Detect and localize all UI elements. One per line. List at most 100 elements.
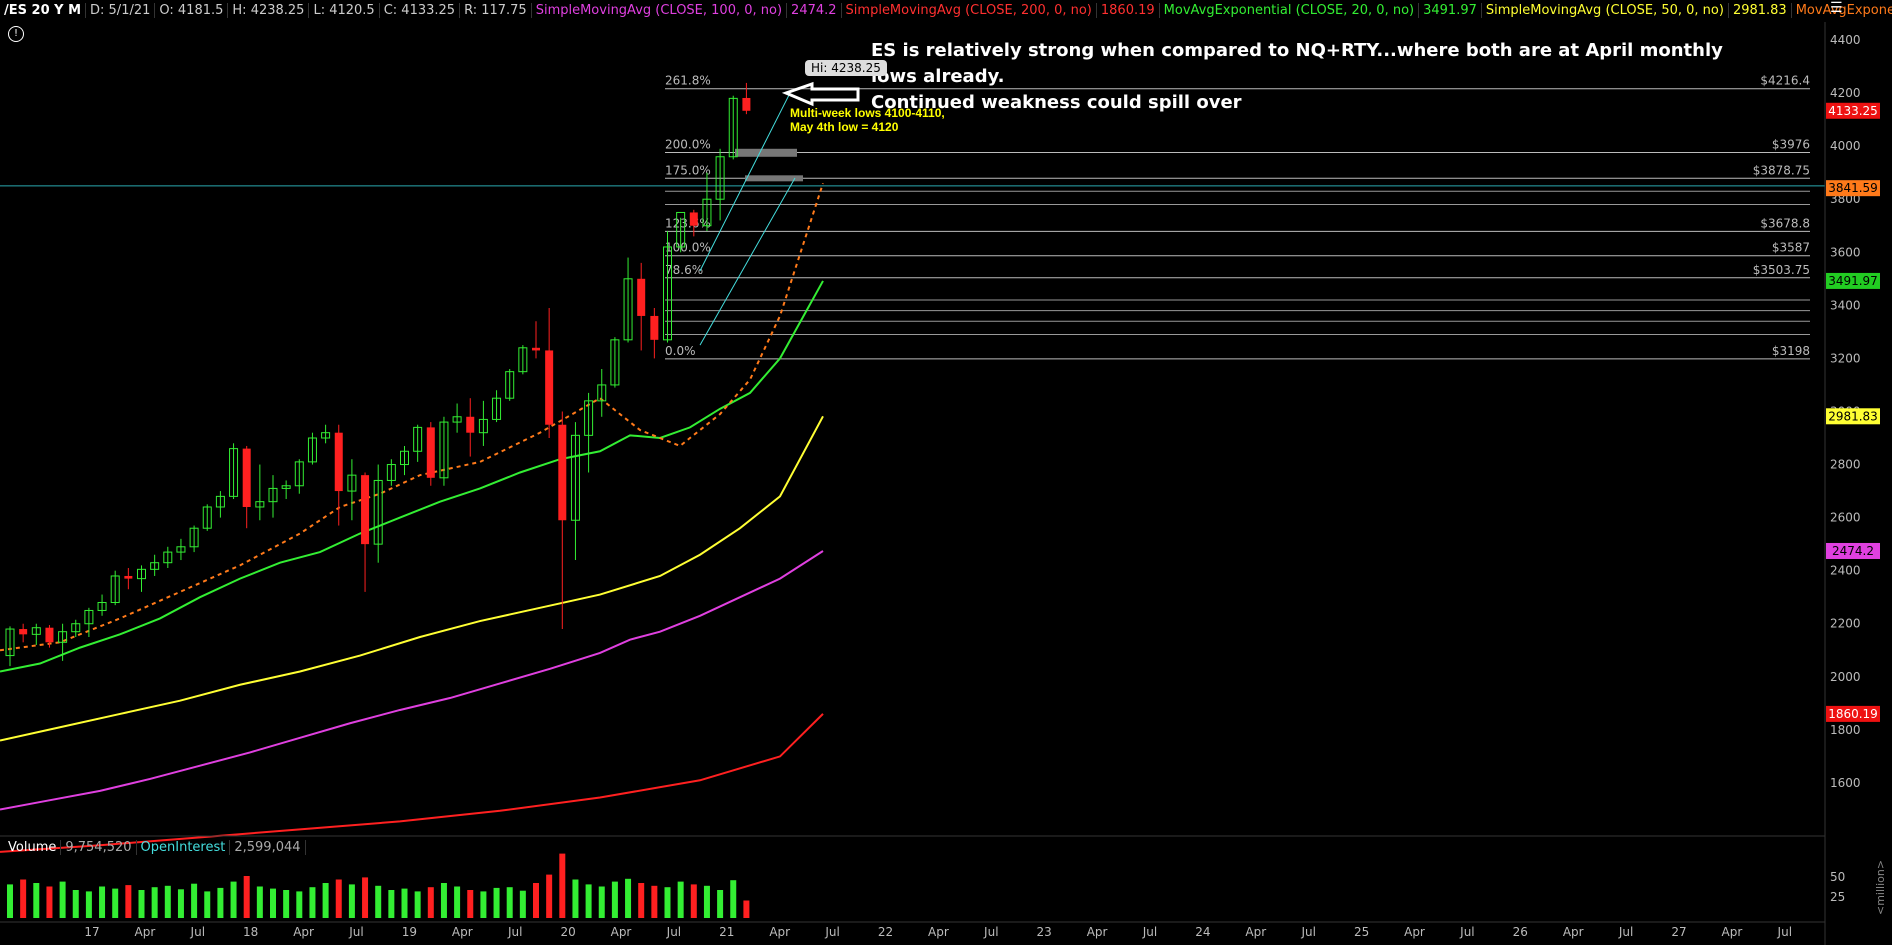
volume-bar — [427, 887, 434, 918]
time-tick: Jul — [824, 925, 839, 939]
time-tick: 23 — [1037, 925, 1052, 939]
sma50-line — [0, 415, 824, 742]
fib-price-label: $3198 — [1772, 344, 1810, 358]
volume-bar — [217, 887, 224, 918]
range-label: R: 117.75 — [460, 3, 532, 18]
volume-bar — [493, 887, 500, 918]
candle-body — [361, 475, 370, 545]
fib-price-label: $3678.8 — [1760, 216, 1810, 230]
price-tag-label: 2474.2 — [1832, 544, 1874, 558]
time-tick: Apr — [611, 925, 632, 939]
price-tick: 2000 — [1830, 670, 1861, 684]
note-line-1: Multi-week lows 4100-4110, — [790, 106, 945, 120]
time-tick: Apr — [769, 925, 790, 939]
study-legend: /ES 20 Y M D: 5/1/21 O: 4181.5 H: 4238.25 L:… — [0, 0, 1892, 22]
fib-price-label: $3587 — [1772, 241, 1810, 255]
study-sma200-label[interactable]: SimpleMovingAvg (CLOSE, 200, 0, no) — [841, 3, 1097, 18]
info-icon[interactable]: ! — [8, 26, 24, 42]
volume-bar — [362, 877, 369, 918]
fib-label: 0.0% — [665, 344, 696, 358]
volume-bar — [611, 881, 618, 918]
price-tag-label: 1860.19 — [1828, 707, 1878, 721]
oi-label[interactable]: OpenInterest — [136, 840, 231, 855]
volume-bar — [191, 883, 198, 918]
study-ema20-value: 3491.97 — [1419, 3, 1482, 18]
volume-bar — [85, 891, 92, 918]
volume-bar — [677, 881, 684, 918]
volume-bar — [59, 881, 66, 918]
time-tick: 19 — [402, 925, 417, 939]
price-tick: 2800 — [1830, 458, 1861, 472]
volume-bar — [519, 890, 526, 918]
fib-label: 78.6% — [665, 263, 703, 277]
volume-label[interactable]: Volume — [4, 840, 62, 855]
volume-bar — [256, 886, 263, 918]
time-tick: 18 — [243, 925, 258, 939]
volume-bars — [7, 853, 750, 918]
price-chart[interactable]: 261.8% $4216.4200.0% $3976175.0% $3878.7512… — [0, 0, 1892, 945]
candle-body — [650, 315, 659, 340]
volume-bar — [480, 891, 487, 918]
volume-bar — [125, 885, 132, 918]
channel-line — [699, 177, 796, 346]
close-label: C: 4133.25 — [379, 3, 461, 18]
time-tick: 17 — [84, 925, 99, 939]
fib-label: 175.0% — [665, 163, 711, 177]
volume-bar — [703, 885, 710, 918]
price-tick: 3600 — [1830, 245, 1861, 259]
high-bubble: Hi: 4238.25 — [805, 60, 887, 76]
price-tag-label: 3841.59 — [1828, 181, 1878, 195]
volume-bar — [638, 883, 645, 918]
volume-value: 9,754,520 — [61, 840, 137, 855]
study-ema20-label[interactable]: MovAvgExponential (CLOSE, 20, 0, no) — [1159, 3, 1420, 18]
volume-bar — [467, 890, 474, 918]
volume-bar — [99, 886, 106, 918]
study-sma100-label[interactable]: SimpleMovingAvg (CLOSE, 100, 0, no) — [531, 3, 788, 18]
price-tag-label: 3491.97 — [1828, 274, 1878, 288]
volume-bar — [454, 886, 461, 918]
time-tick: Apr — [928, 925, 949, 939]
volume-bar — [335, 879, 342, 918]
volume-bar — [546, 874, 553, 918]
volume-bar — [664, 887, 671, 918]
volume-tick: 50 — [1830, 870, 1845, 884]
volume-bar — [20, 879, 27, 918]
time-tick: Apr — [135, 925, 156, 939]
volume-bar — [7, 884, 13, 918]
candle-body — [742, 97, 751, 111]
time-tick: Jul — [1618, 925, 1633, 939]
study-sma100-value: 2474.2 — [787, 3, 842, 18]
symbol-label[interactable]: /ES 20 Y M — [0, 3, 87, 18]
support-note: Multi-week lows 4100-4110, May 4th low =… — [790, 106, 945, 134]
time-tick: Jul — [190, 925, 205, 939]
fib-price-label: $3503.75 — [1753, 263, 1810, 277]
study-sma200-value: 1860.19 — [1096, 3, 1160, 18]
volume-bar — [270, 888, 276, 918]
time-tick: Apr — [1404, 925, 1425, 939]
study-sma50-label[interactable]: SimpleMovingAvg (CLOSE, 50, 0, no) — [1481, 3, 1729, 18]
annotation-line-1: ES is relatively strong when compared to… — [871, 40, 1723, 87]
open-label: O: 4181.5 — [155, 3, 229, 18]
volume-bar — [112, 888, 119, 918]
volume-bar — [717, 890, 724, 918]
time-tick: Jul — [1142, 925, 1157, 939]
price-axis: 1600180020002200240026002800300032003400… — [1830, 33, 1887, 915]
volume-bar — [204, 891, 211, 918]
candle-body — [637, 278, 646, 316]
candles — [5, 82, 751, 667]
time-tick: Jul — [507, 925, 522, 939]
volume-bar — [309, 887, 316, 918]
volume-bar — [388, 890, 395, 918]
price-tag-label: 2981.83 — [1828, 409, 1878, 423]
volume-bar — [375, 885, 382, 918]
volume-bar — [46, 886, 53, 918]
menu-icon[interactable]: ☰ — [1830, 0, 1852, 20]
time-tick: Jul — [348, 925, 363, 939]
volume-bar — [33, 883, 40, 918]
candle-body — [242, 448, 251, 507]
low-label: L: 4120.5 — [309, 3, 380, 18]
volume-bar — [348, 884, 355, 918]
moving-averages — [0, 92, 824, 853]
volume-bar — [625, 878, 632, 918]
time-tick: Jul — [983, 925, 998, 939]
